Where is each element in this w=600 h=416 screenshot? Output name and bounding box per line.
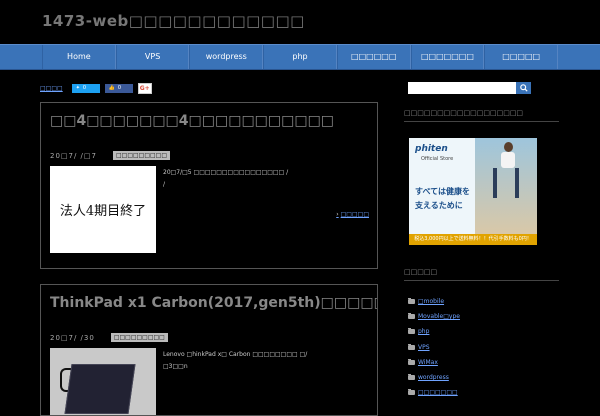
- category-item[interactable]: wordpress: [408, 370, 460, 385]
- laptop-image: [64, 364, 136, 414]
- figure-legs: [493, 168, 519, 198]
- nav-item-php[interactable]: php: [263, 45, 337, 69]
- nav-item-7[interactable]: □□□□□: [484, 45, 559, 69]
- facebook-count: 0: [117, 85, 122, 91]
- folder-icon: [408, 313, 415, 320]
- post-excerpt: Lenovo □hinkPad x□ Carbon □□□□□□□□ □/ □3…: [163, 349, 363, 373]
- category-link[interactable]: VPS: [418, 344, 430, 351]
- category-item[interactable]: □mobile: [408, 294, 460, 309]
- post-card: ThinkPad x1 Carbon(2017,gen5th)□□□□□□□ 2…: [40, 284, 378, 416]
- search-button[interactable]: [516, 82, 531, 94]
- category-item[interactable]: Movable□ype: [408, 309, 460, 324]
- share-count-link[interactable]: □□□□: [40, 85, 63, 92]
- ad-shipping-banner: 税込3,000円以上で送料無料！！代引手数料も0円！: [409, 234, 537, 245]
- folder-icon: [408, 389, 415, 396]
- post-card: □□4□□□□□□□4□□□□□□□□□□□ 20□7/ /□7 □□□□□□□…: [40, 102, 378, 269]
- ad-copy: 支えるために: [415, 201, 463, 210]
- category-link[interactable]: Movable□ype: [418, 313, 460, 320]
- figure-body: [501, 152, 515, 168]
- twitter-count: 0: [82, 85, 87, 91]
- figure-head: [504, 142, 513, 152]
- category-widget-title: □□□□□: [404, 268, 559, 281]
- global-nav: Home VPS wordpress php □□□□□□ □□□□□□□ □□…: [0, 44, 600, 70]
- category-link[interactable]: □□□□□□□: [418, 389, 458, 396]
- facebook-share-button[interactable]: 👍 0: [104, 83, 133, 93]
- nav-item-home[interactable]: Home: [42, 45, 116, 69]
- thumbs-up-icon: 👍: [108, 85, 115, 91]
- category-item[interactable]: WiMax: [408, 355, 460, 370]
- post-date: 20□7/ /□7: [50, 151, 97, 160]
- category-link[interactable]: php: [418, 328, 429, 335]
- post-excerpt: 20□7/□5 □□□□□□□□□□□□□□□□ / /: [163, 167, 363, 191]
- category-link[interactable]: □mobile: [418, 298, 444, 305]
- ad-copy: すべては健康を: [415, 187, 470, 196]
- ad-subtitle: Official Store: [421, 156, 454, 162]
- global-nav-items: Home VPS wordpress php □□□□□□ □□□□□□□ □□…: [42, 45, 559, 69]
- post-date: 20□7/ /30: [50, 333, 95, 342]
- excerpt-line: 20□7/□5 □□□□□□□□□□□□□□□□ /: [163, 169, 289, 176]
- folder-icon: [408, 358, 415, 365]
- search-input[interactable]: [408, 82, 516, 94]
- twitter-share-button[interactable]: ✦ 0: [71, 83, 100, 93]
- folder-icon: [408, 298, 415, 305]
- ad-photo: [475, 138, 537, 234]
- twitter-icon: ✦: [75, 85, 80, 91]
- gplus-share-button[interactable]: G+: [137, 82, 152, 94]
- folder-icon: [408, 328, 415, 335]
- category-link[interactable]: wordpress: [418, 374, 449, 381]
- read-more-link[interactable]: □□□□□: [336, 211, 369, 218]
- excerpt-line: Lenovo □hinkPad x□ Carbon □□□□□□□□ □/: [163, 351, 308, 358]
- folder-icon: [408, 374, 415, 381]
- search-box: [408, 82, 531, 94]
- post-thumbnail[interactable]: 法人4期目終了: [50, 166, 156, 253]
- thumbnail-text: 法人4期目終了: [59, 204, 147, 219]
- ad-widget-title: □□□□□□□□□□□□□□□□□□: [404, 109, 559, 122]
- post-thumbnail[interactable]: [50, 348, 156, 415]
- excerpt-line: □3□□n: [163, 363, 188, 370]
- search-icon: [519, 84, 528, 92]
- post-title[interactable]: ThinkPad x1 Carbon(2017,gen5th)□□□□□□□: [50, 295, 377, 311]
- category-list: □mobile Movable□ype php VPS WiMax wordpr…: [408, 294, 460, 400]
- nav-item-5[interactable]: □□□□□□: [336, 45, 411, 69]
- nav-item-vps[interactable]: VPS: [115, 45, 190, 69]
- excerpt-line: /: [163, 181, 166, 188]
- ad-banner[interactable]: phiten Official Store すべては健康を 支えるために 税込3…: [409, 138, 537, 245]
- category-item[interactable]: VPS: [408, 340, 460, 355]
- nav-item-6[interactable]: □□□□□□□: [410, 45, 485, 69]
- nav-item-wordpress[interactable]: wordpress: [189, 45, 264, 69]
- category-item[interactable]: php: [408, 324, 460, 339]
- category-badge[interactable]: □□□□□□□□□: [112, 151, 171, 160]
- category-item[interactable]: □□□□□□□: [408, 385, 460, 400]
- post-title[interactable]: □□4□□□□□□□4□□□□□□□□□□□: [50, 113, 334, 129]
- share-row: □□□□ ✦ 0 👍 0 G+: [40, 82, 152, 94]
- category-badge[interactable]: □□□□□□□□□: [110, 333, 168, 342]
- post-meta: 20□7/ /30 □□□□□□□□□: [50, 333, 168, 342]
- post-meta: 20□7/ /□7 □□□□□□□□□: [50, 151, 171, 160]
- site-title[interactable]: 1473-web□□□□□□□□□□□□: [42, 12, 305, 30]
- folder-icon: [408, 343, 415, 350]
- ad-brand: phiten: [415, 144, 448, 154]
- category-link[interactable]: WiMax: [418, 359, 438, 366]
